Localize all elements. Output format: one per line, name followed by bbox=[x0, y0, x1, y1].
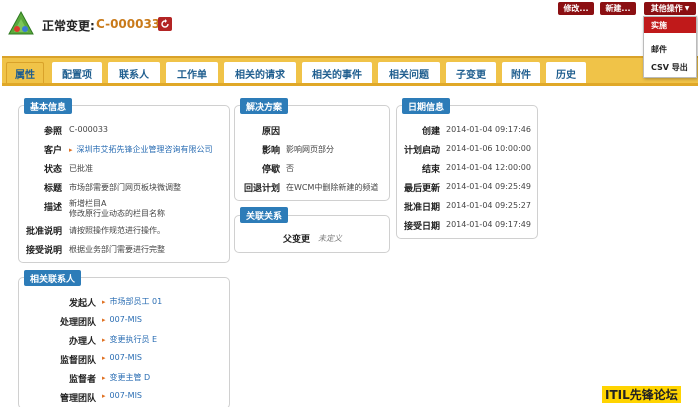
contacts-label-initiator: 发起人 bbox=[68, 299, 96, 309]
supervisor-team-link[interactable]: ▸ 007-MIS bbox=[102, 353, 142, 362]
dates-label-created: 创建 bbox=[421, 127, 440, 137]
contacts-label-supervisor-team: 监督团队 bbox=[59, 356, 96, 366]
app-logo-icon bbox=[8, 10, 34, 36]
customer-link[interactable]: ▸ 深圳市艾拓先锋企业管理咨询有限公司 bbox=[69, 144, 213, 155]
handling-team-link[interactable]: ▸ 007-MIS bbox=[102, 315, 142, 324]
basic-info-value-ref: C-000033 bbox=[69, 125, 109, 134]
new-button[interactable]: 新建... bbox=[600, 2, 636, 15]
handler-link[interactable]: ▸ 变更执行员 E bbox=[102, 334, 157, 345]
contacts-label-handler: 办理人 bbox=[68, 337, 96, 347]
dates-label-approval-date: 批准日期 bbox=[403, 203, 440, 213]
solution-label-cause: 原因 bbox=[261, 127, 280, 137]
tab-related-problems[interactable]: 相关问题 bbox=[378, 62, 440, 84]
handler-name: 变更执行员 E bbox=[109, 335, 158, 344]
basic-info-label-desc: 描述 bbox=[43, 203, 62, 213]
solution-label-outage: 停歇 bbox=[261, 165, 280, 175]
basic-info-label-status: 状态 bbox=[43, 165, 62, 175]
other-actions-label: 其他操作 bbox=[650, 4, 683, 13]
solution-header: 解决方案 bbox=[240, 98, 289, 114]
link-arrow-icon: ▸ bbox=[102, 392, 106, 400]
basic-info-label-accept-note: 接受说明 bbox=[25, 246, 62, 256]
initiator-name: 市场部员工 01 bbox=[109, 297, 163, 306]
basic-info-label-ref: 参照 bbox=[43, 127, 62, 137]
refresh-button[interactable] bbox=[158, 17, 172, 31]
tab-attachments[interactable]: 附件 bbox=[502, 62, 540, 84]
solution-value-outage: 否 bbox=[286, 164, 294, 173]
dates-value-planned-start: 2014-01-06 10:00:00 bbox=[446, 144, 531, 153]
customer-name: 深圳市艾拓先锋企业管理咨询有限公司 bbox=[76, 145, 213, 154]
dates-value-created: 2014-01-04 09:17:46 bbox=[446, 125, 531, 134]
basic-info-value-accept-note: 根据业务部门需要进行完整 bbox=[69, 245, 165, 254]
tab-related-incidents[interactable]: 相关的事件 bbox=[302, 62, 372, 84]
contacts-label-management-team: 管理团队 bbox=[59, 394, 96, 404]
edit-button[interactable]: 修改... bbox=[558, 2, 594, 15]
contacts-header: 相关联系人 bbox=[24, 270, 82, 286]
menu-item-csv-export[interactable]: CSV 导出 bbox=[644, 59, 696, 75]
tab-work-orders[interactable]: 工作单 bbox=[166, 62, 218, 84]
solution-label-fallback: 回退计划 bbox=[243, 184, 280, 194]
supervisor-link[interactable]: ▸ 变更主管 D bbox=[102, 372, 150, 383]
dates-label-planned-start: 计划启动 bbox=[403, 146, 440, 156]
tab-child-changes[interactable]: 子变更 bbox=[446, 62, 496, 84]
basic-info-value-status: 已批准 bbox=[69, 164, 93, 173]
basic-info-value-title: 市场部需要部门网页板块微调整 bbox=[69, 183, 181, 192]
basic-info-label-approval-note: 批准说明 bbox=[25, 227, 62, 237]
tab-config-items[interactable]: 配置项 bbox=[52, 62, 102, 84]
dates-value-accept-date: 2014-01-04 09:17:49 bbox=[446, 220, 531, 229]
basic-info-value-approval-note: 请按照操作规范进行操作。 bbox=[69, 226, 165, 235]
dates-value-last-update: 2014-01-04 09:25:49 bbox=[446, 182, 531, 191]
tab-properties[interactable]: 属性 bbox=[6, 62, 44, 84]
chevron-down-icon: ▼ bbox=[684, 5, 690, 12]
management-team-name: 007-MIS bbox=[109, 391, 143, 400]
tab-contacts[interactable]: 联系人 bbox=[108, 62, 160, 84]
link-arrow-icon: ▸ bbox=[102, 298, 106, 306]
refresh-icon bbox=[161, 19, 169, 28]
relations-value-parent: 未定义 bbox=[318, 234, 342, 243]
supervisor-name: 变更主管 D bbox=[109, 373, 151, 382]
supervisor-team-name: 007-MIS bbox=[109, 353, 143, 362]
dates-header: 日期信息 bbox=[402, 98, 451, 114]
initiator-link[interactable]: ▸ 市场部员工 01 bbox=[102, 296, 162, 307]
basic-info-label-customer: 客户 bbox=[43, 146, 62, 156]
link-arrow-icon: ▸ bbox=[102, 336, 106, 344]
link-arrow-icon: ▸ bbox=[102, 354, 106, 362]
dates-label-last-update: 最后更新 bbox=[403, 184, 440, 194]
tab-related-requests[interactable]: 相关的请求 bbox=[224, 62, 296, 84]
solution-label-impact: 影响 bbox=[261, 146, 280, 156]
solution-value-impact: 影响网页部分 bbox=[286, 145, 334, 154]
basic-info-header: 基本信息 bbox=[24, 98, 73, 114]
contacts-label-supervisor: 监督者 bbox=[68, 375, 96, 385]
solution-value-fallback: 在WCM中删除新建的频道 bbox=[286, 183, 379, 192]
relations-label-parent: 父变更 bbox=[282, 235, 310, 245]
management-team-link[interactable]: ▸ 007-MIS bbox=[102, 391, 142, 400]
menu-item-email[interactable]: 邮件 bbox=[644, 41, 696, 57]
link-arrow-icon: ▸ bbox=[102, 374, 106, 382]
handling-team-name: 007-MIS bbox=[109, 315, 143, 324]
dates-value-approval-date: 2014-01-04 09:25:27 bbox=[446, 201, 531, 210]
basic-info-value-desc-2: 修改原行业动态的栏目名称 bbox=[69, 209, 165, 218]
change-id: C-000033 bbox=[96, 17, 161, 31]
page-title-label: 正常变更: bbox=[42, 19, 95, 33]
relations-header: 关联关系 bbox=[240, 207, 289, 223]
link-arrow-icon: ▸ bbox=[69, 146, 73, 154]
other-actions-button[interactable]: 其他操作 ▼ bbox=[644, 2, 696, 15]
dates-value-end: 2014-01-04 12:00:00 bbox=[446, 163, 531, 172]
dates-label-end: 结束 bbox=[421, 165, 440, 175]
basic-info-label-title: 标题 bbox=[43, 184, 62, 194]
dates-label-accept-date: 接受日期 bbox=[403, 222, 440, 232]
menu-item-implement[interactable]: 实施 bbox=[644, 17, 696, 33]
tab-bar: 属性 配置项 联系人 工作单 相关的请求 相关的事件 相关问题 子变更 附件 历… bbox=[2, 56, 698, 86]
contacts-label-handling-team: 处理团队 bbox=[59, 318, 96, 328]
watermark: ITIL先锋论坛 bbox=[602, 386, 681, 403]
other-actions-menu: 实施 邮件 CSV 导出 bbox=[643, 16, 697, 78]
tab-history[interactable]: 历史 bbox=[546, 62, 586, 84]
link-arrow-icon: ▸ bbox=[102, 316, 106, 324]
